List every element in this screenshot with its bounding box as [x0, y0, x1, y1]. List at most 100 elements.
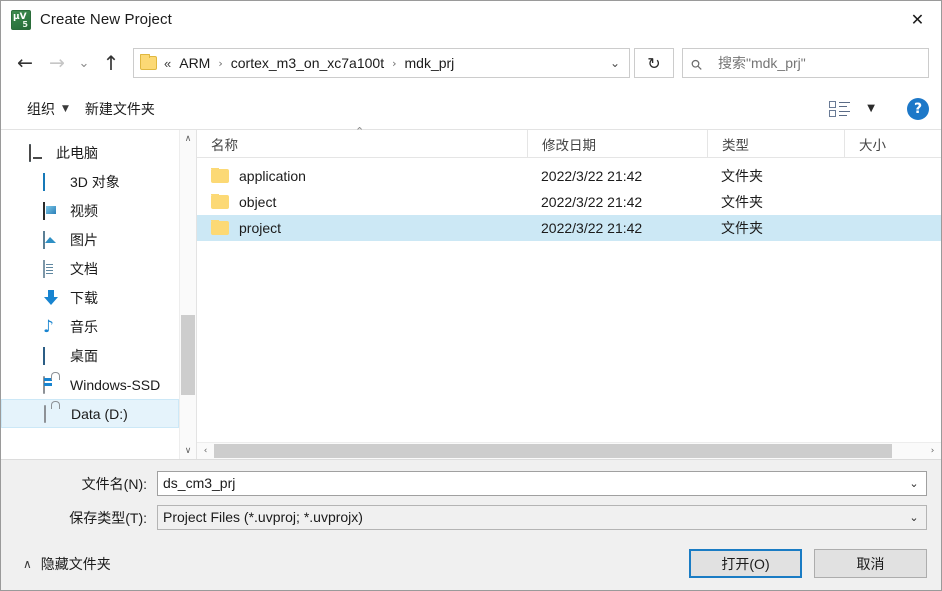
sidebar-item-downloads[interactable]: 下载	[1, 283, 179, 312]
sidebar-item-music[interactable]: ♪ 音乐	[1, 312, 179, 341]
scrollbar-thumb[interactable]	[214, 444, 893, 458]
search-box[interactable]: ⚲	[682, 48, 929, 78]
up-button[interactable]: ↑	[95, 47, 127, 79]
filetype-label: 保存类型(T):	[69, 509, 147, 526]
filename-label: 文件名(N):	[81, 475, 147, 492]
sort-ascending-icon: ⌃	[355, 125, 365, 138]
chevron-down-icon: ▼	[867, 103, 875, 114]
view-mode-button[interactable]: ▼	[821, 96, 883, 122]
sidebar-item-documents[interactable]: 文档	[1, 254, 179, 283]
close-icon[interactable]: ✕	[894, 1, 941, 38]
breadcrumb-separator-icon[interactable]: ›	[212, 57, 228, 70]
sidebar-item-windows-ssd[interactable]: Windows-SSD	[1, 370, 179, 399]
dialog-body: 此电脑 3D 对象 视频 图片 文档 下载 ♪ 音乐 桌面 Windows-SS…	[1, 125, 941, 459]
file-type-cell: 文件夹	[721, 220, 763, 236]
sidebar-item-data-d[interactable]: Data (D:)	[1, 399, 179, 428]
table-row[interactable]: object 2022/3/22 21:42 文件夹	[197, 189, 941, 215]
column-headers: 名称 ⌃ 修改日期 类型 大小	[197, 125, 941, 158]
scroll-up-icon[interactable]: ∧	[180, 130, 196, 147]
refresh-icon[interactable]: ↻	[634, 48, 674, 78]
scroll-down-icon[interactable]: ∨	[180, 442, 196, 459]
column-header-size[interactable]: 大小	[844, 130, 941, 157]
sidebar-scrollbar[interactable]: ∧ ∨	[179, 130, 196, 459]
chevron-down-icon: ▼	[62, 103, 69, 114]
search-icon: ⚲	[687, 56, 707, 75]
organize-button[interactable]: 组织 ▼	[19, 94, 77, 124]
navigation-tree: 此电脑 3D 对象 视频 图片 文档 下载 ♪ 音乐 桌面 Windows-SS…	[1, 130, 179, 459]
filename-input[interactable]	[158, 472, 902, 495]
cancel-button[interactable]: 取消	[814, 549, 927, 578]
sidebar-item-label: 3D 对象	[70, 173, 120, 190]
new-folder-button[interactable]: 新建文件夹	[77, 94, 163, 124]
back-button[interactable]: ←	[9, 47, 41, 79]
sidebar-item-label: Windows-SSD	[70, 376, 161, 393]
breadcrumb-separator-icon[interactable]: ›	[386, 57, 402, 70]
sidebar-item-label: 下载	[70, 289, 98, 306]
search-input[interactable]	[716, 54, 920, 72]
address-bar[interactable]: « ARM › cortex_m3_on_xc7a100t › mdk_prj …	[133, 48, 630, 78]
column-header-date[interactable]: 修改日期	[527, 130, 707, 157]
sidebar-item-videos[interactable]: 视频	[1, 196, 179, 225]
title-bar: Create New Project ✕	[1, 1, 941, 38]
sidebar-item-label: 视频	[70, 202, 98, 219]
scroll-left-icon[interactable]: ‹	[197, 443, 214, 459]
chevron-down-icon[interactable]: ⌄	[902, 506, 926, 529]
sidebar-item-label: 桌面	[70, 347, 98, 364]
scrollbar-track[interactable]	[180, 147, 196, 442]
hide-folders-label: 隐藏文件夹	[40, 555, 111, 572]
recent-locations-button[interactable]: ⌄	[73, 47, 95, 79]
forward-button[interactable]: →	[41, 47, 73, 79]
breadcrumb-item-mdkprj[interactable]: mdk_prj	[403, 53, 457, 73]
table-row[interactable]: application 2022/3/22 21:42 文件夹	[197, 163, 941, 189]
file-date-cell: 2022/3/22 21:42	[541, 168, 643, 184]
sidebar-item-label: 音乐	[70, 318, 98, 335]
chevron-down-icon[interactable]: ⌄	[902, 472, 926, 495]
keil-uvision-icon	[11, 9, 31, 30]
create-new-project-dialog: Create New Project ✕ ← → ⌄ ↑ « ARM › cor…	[0, 0, 942, 591]
videos-icon	[43, 201, 61, 220]
file-date-cell: 2022/3/22 21:42	[541, 194, 643, 210]
filetype-value: Project Files (*.uvproj; *.uvprojx)	[163, 509, 363, 525]
file-name-cell: object	[197, 194, 527, 210]
pc-icon	[29, 143, 47, 162]
file-rows: application 2022/3/22 21:42 文件夹 object 2…	[197, 158, 941, 442]
filetype-row: 保存类型(T): Project Files (*.uvproj; *.uvpr…	[15, 505, 927, 530]
help-icon[interactable]: ?	[907, 97, 929, 120]
sidebar-item-this-pc[interactable]: 此电脑	[1, 138, 179, 167]
column-header-name[interactable]: 名称 ⌃	[197, 125, 527, 157]
filetype-combobox[interactable]: Project Files (*.uvproj; *.uvprojx) ⌄	[157, 505, 927, 530]
column-header-label: 大小	[859, 137, 886, 153]
sidebar-item-desktop[interactable]: 桌面	[1, 341, 179, 370]
breadcrumb-item-arm[interactable]: ARM	[177, 53, 212, 73]
organize-label: 组织	[27, 100, 55, 117]
sidebar-item-label: Data (D:)	[71, 405, 128, 422]
hide-folders-toggle[interactable]: ∧ 隐藏文件夹	[15, 554, 111, 574]
dialog-actions: ∧ 隐藏文件夹 打开(O) 取消	[1, 539, 941, 590]
column-header-label: 修改日期	[542, 137, 596, 153]
file-name-cell: application	[197, 168, 527, 184]
table-row[interactable]: project 2022/3/22 21:42 文件夹	[197, 215, 941, 241]
drive-icon	[44, 404, 62, 423]
folder-icon	[140, 54, 157, 70]
file-list-horizontal-scrollbar[interactable]: ‹ ›	[197, 442, 941, 459]
folder-icon	[211, 168, 229, 183]
scroll-right-icon[interactable]: ›	[924, 443, 941, 459]
breadcrumb-overflow[interactable]: «	[164, 56, 171, 71]
sidebar-item-pictures[interactable]: 图片	[1, 225, 179, 254]
file-name-label: object	[239, 194, 277, 210]
column-header-type[interactable]: 类型	[707, 130, 844, 157]
navigation-bar: ← → ⌄ ↑ « ARM › cortex_m3_on_xc7a100t › …	[1, 38, 941, 88]
scrollbar-track[interactable]	[214, 443, 924, 459]
scrollbar-thumb[interactable]	[181, 315, 195, 395]
sidebar-item-label: 文档	[70, 260, 98, 277]
address-dropdown-icon[interactable]: ⌄	[603, 56, 627, 70]
sidebar-item-3d-objects[interactable]: 3D 对象	[1, 167, 179, 196]
breadcrumb-item-cortex[interactable]: cortex_m3_on_xc7a100t	[229, 53, 386, 73]
filename-combobox[interactable]: ⌄	[157, 471, 927, 496]
downloads-icon	[43, 290, 61, 306]
view-list-icon	[829, 100, 851, 117]
desktop-icon	[43, 346, 61, 365]
documents-icon	[43, 259, 61, 278]
window-title: Create New Project	[40, 11, 172, 28]
open-button[interactable]: 打开(O)	[689, 549, 802, 578]
